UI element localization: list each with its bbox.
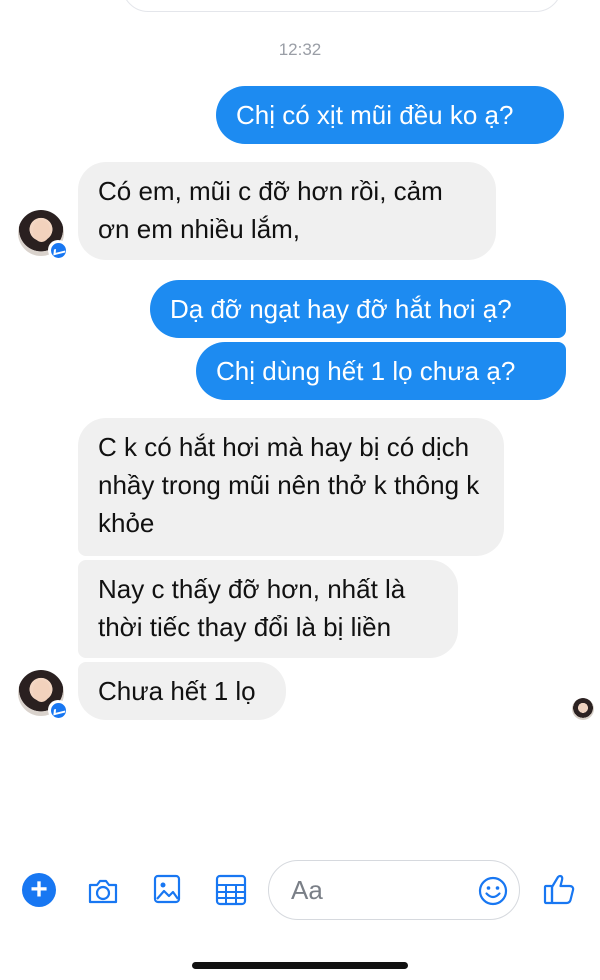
photo-icon[interactable] — [152, 872, 182, 906]
outgoing-message[interactable]: Chị dùng hết 1 lọ chưa ạ? — [196, 342, 566, 400]
message-text: Chị dùng hết 1 lọ chưa ạ? — [216, 356, 516, 386]
outgoing-message[interactable]: Chị có xịt mũi đều ko ạ? — [216, 86, 564, 144]
message-input[interactable]: Aa — [268, 860, 520, 920]
message-text: Có em, mũi c đỡ hơn rồi, cảm ơn em nhiều… — [98, 176, 443, 244]
camera-icon[interactable] — [86, 874, 120, 908]
message-input-placeholder: Aa — [291, 875, 323, 905]
previous-message-bubble — [122, 0, 562, 12]
home-indicator — [192, 962, 408, 969]
message-text: Dạ đỡ ngạt hay đỡ hắt hơi ạ? — [170, 294, 512, 324]
messenger-badge-icon — [48, 700, 68, 720]
emoji-icon[interactable] — [477, 875, 509, 907]
incoming-message[interactable]: Chưa hết 1 lọ — [78, 662, 286, 720]
message-composer: + Aa — [0, 856, 600, 926]
message-text: Chưa hết 1 lọ — [98, 676, 256, 706]
like-icon[interactable] — [542, 871, 578, 907]
incoming-message[interactable]: Nay c thấy đỡ hơn, nhất là thời tiếc tha… — [78, 560, 458, 658]
message-text: Chị có xịt mũi đều ko ạ? — [236, 100, 514, 130]
sticker-icon[interactable] — [214, 873, 248, 907]
message-text: C k có hắt hơi mà hay bị có dịch nhầy tr… — [98, 432, 480, 538]
avatar-face — [33, 680, 50, 702]
avatar-face — [33, 220, 50, 242]
plus-icon[interactable]: + — [22, 873, 56, 907]
message-timestamp: 12:32 — [278, 40, 322, 59]
contact-avatar[interactable] — [18, 210, 68, 260]
incoming-message[interactable]: Có em, mũi c đỡ hơn rồi, cảm ơn em nhiều… — [78, 162, 496, 260]
outgoing-message[interactable]: Dạ đỡ ngạt hay đỡ hắt hơi ạ? — [150, 280, 566, 338]
contact-avatar[interactable] — [18, 670, 68, 720]
message-text: Nay c thấy đỡ hơn, nhất là thời tiếc tha… — [98, 574, 406, 642]
seen-receipt-avatar — [572, 698, 594, 720]
messenger-badge-icon — [48, 240, 68, 260]
incoming-message[interactable]: C k có hắt hơi mà hay bị có dịch nhầy tr… — [78, 418, 504, 556]
